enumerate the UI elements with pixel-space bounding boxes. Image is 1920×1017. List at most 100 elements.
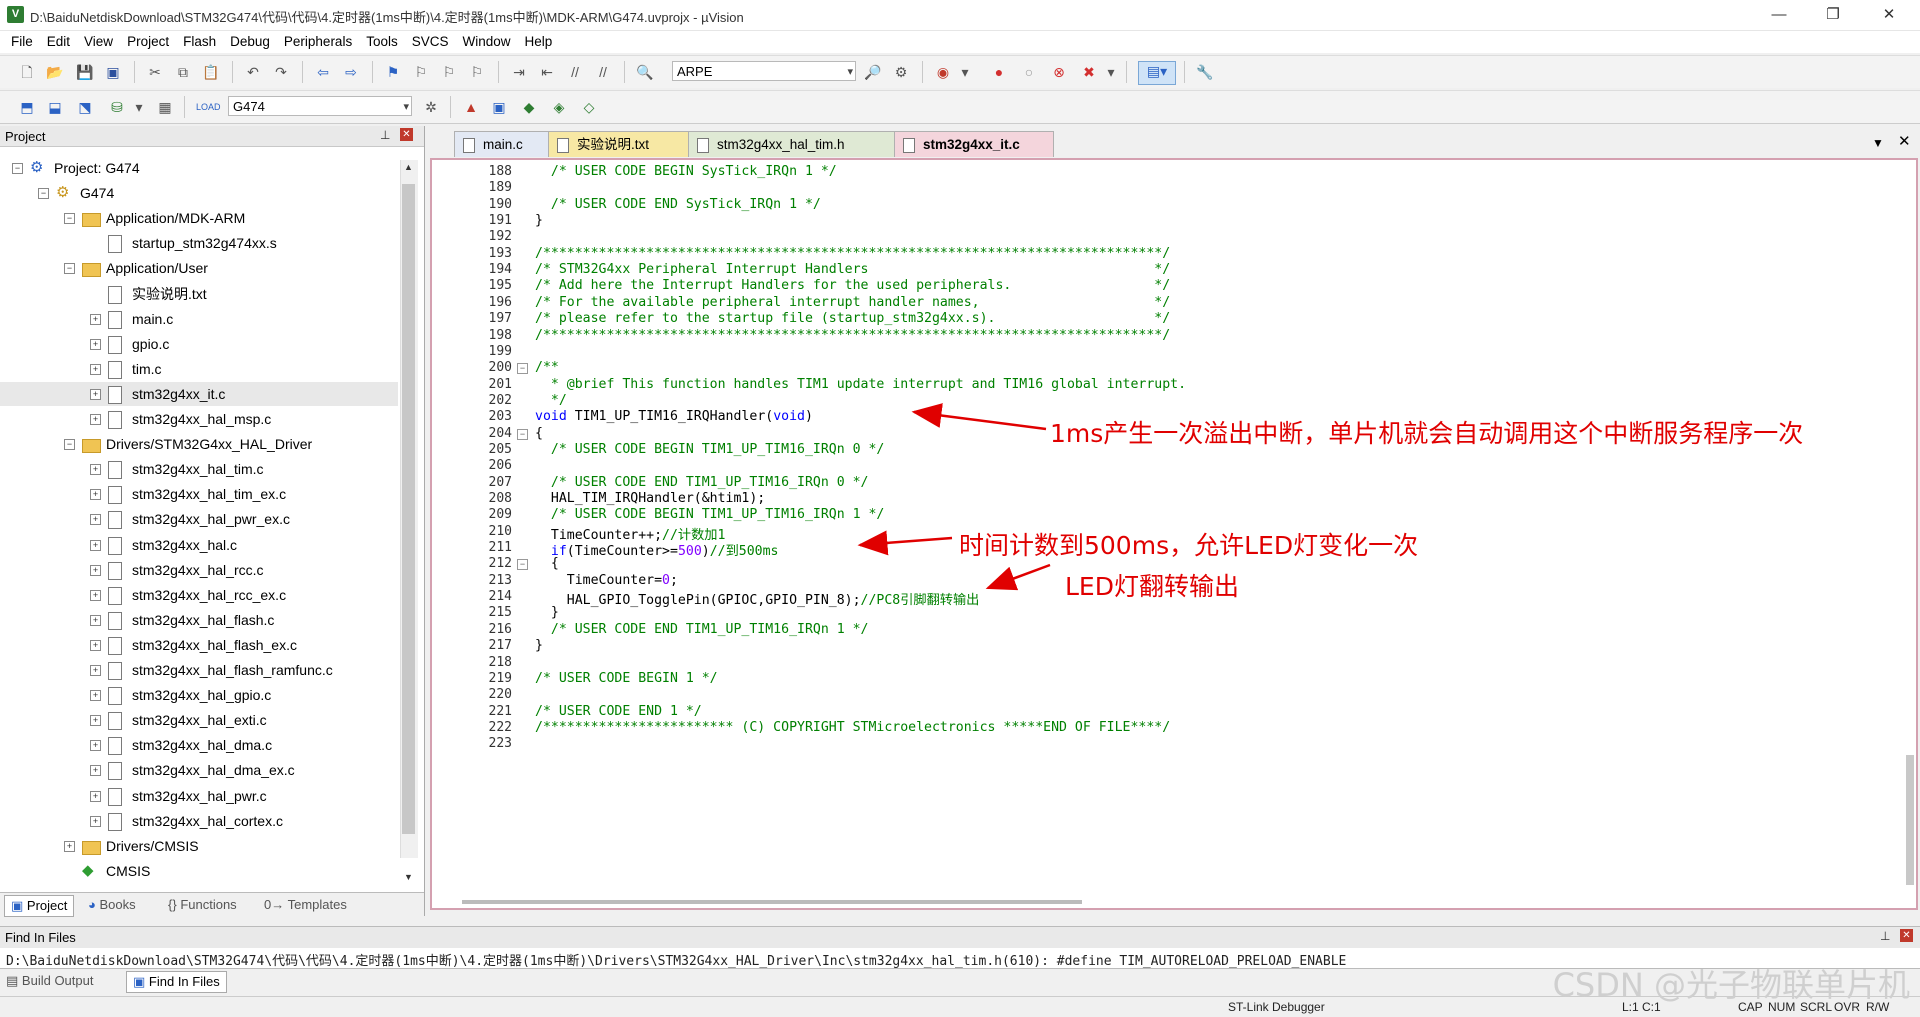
expand-toggle-icon[interactable]: − — [38, 188, 49, 200]
debug-session-icon[interactable]: ◉ — [934, 63, 952, 81]
chevron-down-icon[interactable]: ▾ — [847, 62, 853, 82]
expand-toggle-icon[interactable]: + — [90, 665, 101, 676]
chevron-down-icon[interactable]: ▾ — [956, 63, 974, 81]
close-button[interactable]: ✕ — [1862, 0, 1916, 30]
close-tab-icon[interactable]: ✕ — [1898, 132, 1911, 150]
expand-toggle-icon[interactable]: + — [90, 690, 101, 702]
menu-tools[interactable]: Tools — [359, 31, 405, 53]
pack-installer-icon[interactable]: ◈ — [550, 98, 568, 116]
menu-project[interactable]: Project — [120, 31, 176, 53]
close-panel-icon[interactable]: ✕ — [1900, 929, 1913, 942]
tree-item[interactable]: + stm32g4xx_hal_flash_ex.c — [0, 633, 398, 657]
expand-toggle-icon[interactable]: + — [90, 589, 101, 601]
menu-help[interactable]: Help — [518, 31, 560, 53]
tree-item[interactable]: + tim.c — [0, 357, 398, 381]
tab-templates[interactable]: 0→ Templates — [264, 895, 347, 915]
code-editor[interactable]: 188 189 190 191 192 193 194 195 196 197 198 199 200−… — [430, 158, 1918, 910]
comment-icon[interactable]: // — [566, 63, 584, 81]
find-result-line[interactable]: D:\BaiduNetdiskDownload\STM32G474\代码\代码\… — [6, 950, 1346, 968]
open-file-icon[interactable]: 📂 — [46, 63, 64, 81]
minimize-button[interactable]: — — [1752, 0, 1806, 30]
menu-flash[interactable]: Flash — [176, 31, 223, 53]
scroll-down-icon[interactable]: ▼ — [404, 872, 413, 882]
tree-item[interactable]: ◆ CMSIS — [0, 859, 398, 883]
uncomment-icon[interactable]: // — [594, 63, 612, 81]
bookmark-icon[interactable]: ⚑ — [384, 63, 402, 81]
tree-item[interactable]: − ⚙ Project: G474 — [0, 156, 398, 180]
tree-item[interactable]: − Application/User — [0, 256, 398, 280]
expand-toggle-icon[interactable]: − — [64, 263, 75, 275]
tree-item[interactable]: + stm32g4xx_hal_tim_ex.c — [0, 482, 398, 506]
tree-item[interactable]: − Drivers/STM32G4xx_HAL_Driver — [0, 432, 398, 456]
expand-toggle-icon[interactable]: − — [64, 439, 75, 451]
tab-readme-txt[interactable]: 实验说明.txt — [548, 131, 708, 157]
chevron-down-icon[interactable]: ▾ — [403, 97, 409, 117]
expand-toggle-icon[interactable]: + — [90, 363, 101, 375]
tree-item[interactable]: − ⚙ G474 — [0, 181, 398, 205]
menu-svcs[interactable]: SVCS — [405, 31, 456, 53]
expand-toggle-icon[interactable]: + — [90, 715, 101, 727]
menu-peripherals[interactable]: Peripherals — [277, 31, 359, 53]
tree-item[interactable]: + stm32g4xx_hal_rcc_ex.c — [0, 583, 398, 607]
tab-find-in-files[interactable]: ▣ Find In Files — [126, 971, 227, 993]
menu-view[interactable]: View — [77, 31, 120, 53]
navigate-back-icon[interactable]: ⇦ — [314, 63, 332, 81]
select-packs-icon[interactable]: ◆ — [520, 98, 538, 116]
tree-item[interactable]: + stm32g4xx_hal_dma_ex.c — [0, 758, 398, 782]
incremental-find-icon[interactable]: ⚙ — [892, 63, 910, 81]
tab-hal-tim-h[interactable]: stm32g4xx_hal_tim.h — [688, 131, 914, 157]
target-options-icon[interactable]: ✲ — [422, 98, 440, 116]
expand-toggle-icon[interactable]: + — [90, 414, 101, 425]
find-in-files-icon[interactable]: 🔍 — [636, 63, 654, 81]
tree-item[interactable]: − Application/MDK-ARM — [0, 206, 398, 230]
download-icon[interactable]: LOAD — [196, 98, 221, 116]
tree-item[interactable]: + stm32g4xx_hal_flash.c — [0, 608, 398, 632]
tree-item[interactable]: + stm32g4xx_hal_flash_ramfunc.c — [0, 658, 398, 682]
expand-toggle-icon[interactable]: + — [90, 464, 101, 476]
tree-item[interactable]: + Drivers/CMSIS — [0, 834, 398, 858]
tree-item[interactable]: + stm32g4xx_it.c — [0, 381, 398, 406]
expand-toggle-icon[interactable]: + — [90, 765, 101, 777]
navigate-forward-icon[interactable]: ⇨ — [342, 63, 360, 81]
tree-item[interactable]: 实验说明.txt — [0, 282, 398, 306]
tree-item[interactable]: + stm32g4xx_hal_tim.c — [0, 457, 398, 481]
save-all-icon[interactable]: ▣ — [104, 63, 122, 81]
expand-toggle-icon[interactable]: + — [90, 514, 101, 526]
chevron-down-icon[interactable]: ▾ — [1102, 63, 1120, 81]
paste-icon[interactable]: 📋 — [202, 63, 220, 81]
chevron-down-icon[interactable]: ▾ — [130, 98, 148, 116]
window-layout-icon[interactable]: ▤▾ — [1138, 61, 1176, 85]
menu-debug[interactable]: Debug — [223, 31, 277, 53]
save-icon[interactable]: 💾 — [76, 63, 94, 81]
menu-edit[interactable]: Edit — [40, 31, 77, 53]
expand-toggle-icon[interactable]: + — [90, 790, 101, 802]
code-horizontal-scroll-thumb[interactable] — [462, 900, 1082, 904]
breakpoint-icon[interactable]: ● — [990, 63, 1008, 81]
expand-toggle-icon[interactable]: + — [90, 614, 101, 626]
disable-all-breakpoints-icon[interactable]: ⊗ — [1050, 63, 1068, 81]
manage-rte-icon[interactable]: ▣ — [490, 98, 508, 116]
tab-list-dropdown-icon[interactable]: ▼ — [1872, 136, 1884, 150]
kill-all-breakpoints-icon[interactable]: ✖ — [1080, 63, 1098, 81]
maximize-button[interactable]: ❐ — [1806, 0, 1860, 30]
scroll-up-icon[interactable]: ▲ — [404, 162, 413, 172]
close-panel-icon[interactable]: ✕ — [400, 128, 413, 141]
menu-window[interactable]: Window — [455, 31, 517, 53]
copy-icon[interactable]: ⧉ — [174, 63, 192, 81]
build-icon[interactable]: ⬓ — [46, 98, 64, 116]
find-combo[interactable]: ARPE ▾ — [672, 61, 856, 81]
cut-icon[interactable]: ✂ — [146, 63, 164, 81]
clear-bookmarks-icon[interactable]: ⚐ — [468, 63, 486, 81]
run-time-environment-icon[interactable]: ◇ — [580, 98, 598, 116]
menu-file[interactable]: File — [4, 31, 40, 53]
expand-toggle-icon[interactable]: + — [64, 840, 75, 852]
tree-item[interactable]: startup_stm32g474xx.s — [0, 231, 398, 255]
expand-toggle-icon[interactable]: + — [90, 740, 101, 752]
disable-breakpoint-icon[interactable]: ○ — [1020, 63, 1038, 81]
tree-item[interactable]: + stm32g4xx_hal_gpio.c — [0, 683, 398, 707]
expand-toggle-icon[interactable]: − — [12, 163, 23, 174]
prev-bookmark-icon[interactable]: ⚐ — [412, 63, 430, 81]
tab-project[interactable]: ▣ Project — [4, 895, 75, 917]
expand-toggle-icon[interactable]: + — [90, 489, 101, 501]
expand-toggle-icon[interactable]: − — [64, 213, 75, 225]
